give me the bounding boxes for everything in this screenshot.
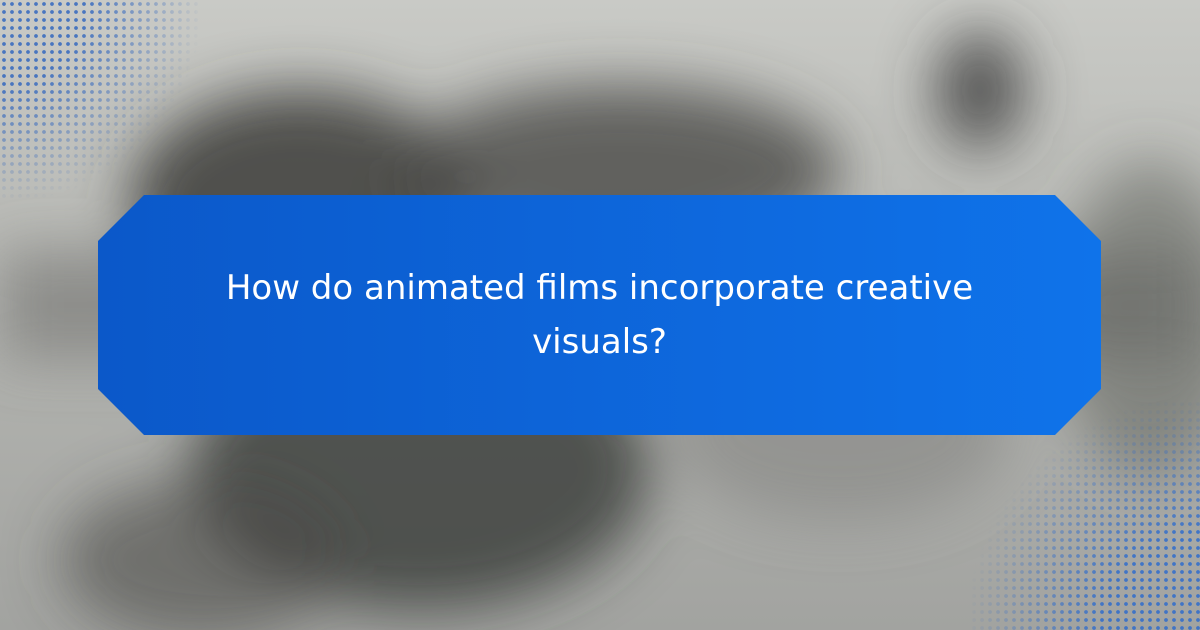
hero-graphic: How do animated films incorporate creati… xyxy=(0,0,1200,630)
headline-text: How do animated films incorporate creati… xyxy=(225,268,974,362)
headline-banner: How do animated films incorporate creati… xyxy=(98,195,1101,435)
